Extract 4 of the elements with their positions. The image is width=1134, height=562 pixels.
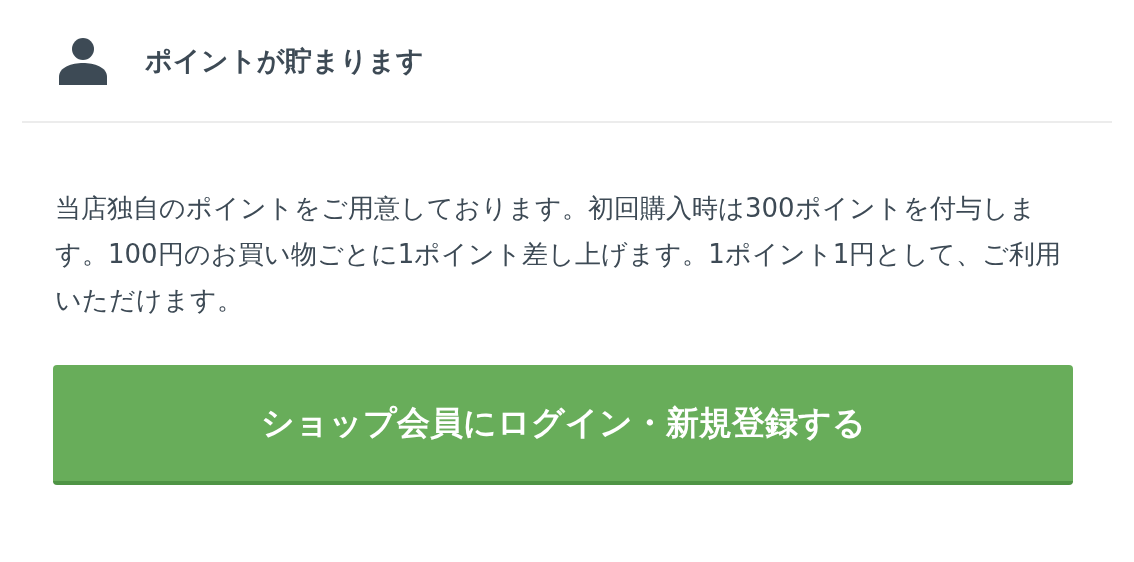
- description-text: 当店独自のポイントをご用意しております。初回購入時は300ポイントを付与します。100円のお買い物ごとに1ポイント差し上げます。1ポイント1円として、ご利用いただけます。: [55, 192, 1063, 317]
- user-icon: [58, 36, 108, 85]
- login-register-button[interactable]: ショップ会員にログイン・新規登録する: [53, 365, 1073, 485]
- section-title: ポイントが貯まります: [145, 43, 424, 78]
